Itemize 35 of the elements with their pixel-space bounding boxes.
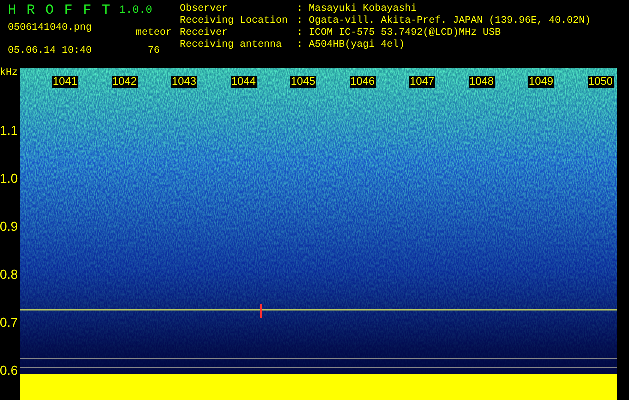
time-label: 1048 [468, 76, 495, 88]
time-label: 1044 [230, 76, 257, 88]
version-text: 1.0.0 [119, 4, 152, 18]
timestamp-text: 05.06.14 10:40 [8, 46, 92, 58]
time-label: 1050 [588, 76, 614, 88]
axis-label: 1.0 [0, 170, 20, 188]
time-label: 1045 [290, 76, 316, 88]
info-value: Ogata-vill. Akita-Pref. JAPAN (139.96E, 40.02N) [309, 16, 592, 28]
axis-label: 0.7 [0, 314, 20, 332]
info-separator: : [297, 40, 304, 52]
meteor-label: meteor [136, 28, 172, 40]
file-name: 0506141040.png [8, 23, 92, 35]
info-label: Receiver [180, 28, 230, 40]
time-label: 1047 [409, 76, 436, 88]
axis-label: 0.9 [0, 218, 20, 236]
axis-label: 1.1 [0, 122, 20, 140]
info-separator: : [297, 16, 304, 28]
axis-label: 0.6 [0, 362, 20, 380]
time-label: 1043 [171, 76, 198, 88]
time-label: 1049 [528, 76, 554, 88]
meteor-count: 76 [148, 46, 160, 58]
info-label: Receiving antenna [180, 40, 284, 52]
info-separator: : [297, 28, 304, 40]
info-value: ICOM IC-575 53.7492(@LCD)MHz USB [309, 28, 502, 40]
info-value: Masayuki Kobayashi [309, 4, 418, 16]
time-label: 1046 [350, 76, 376, 88]
axis-label: 0.8 [0, 266, 20, 284]
app-title: H R O F F T [8, 4, 112, 18]
time-label: 1041 [52, 76, 78, 88]
unit-label: kHz [0, 68, 18, 80]
info-label: Receiving Location [180, 16, 290, 28]
info-label: Observer [180, 4, 230, 16]
time-label: 1042 [112, 76, 138, 88]
info-separator: : [297, 4, 304, 16]
info-value: A504HB(yagi 4el) [309, 40, 406, 52]
